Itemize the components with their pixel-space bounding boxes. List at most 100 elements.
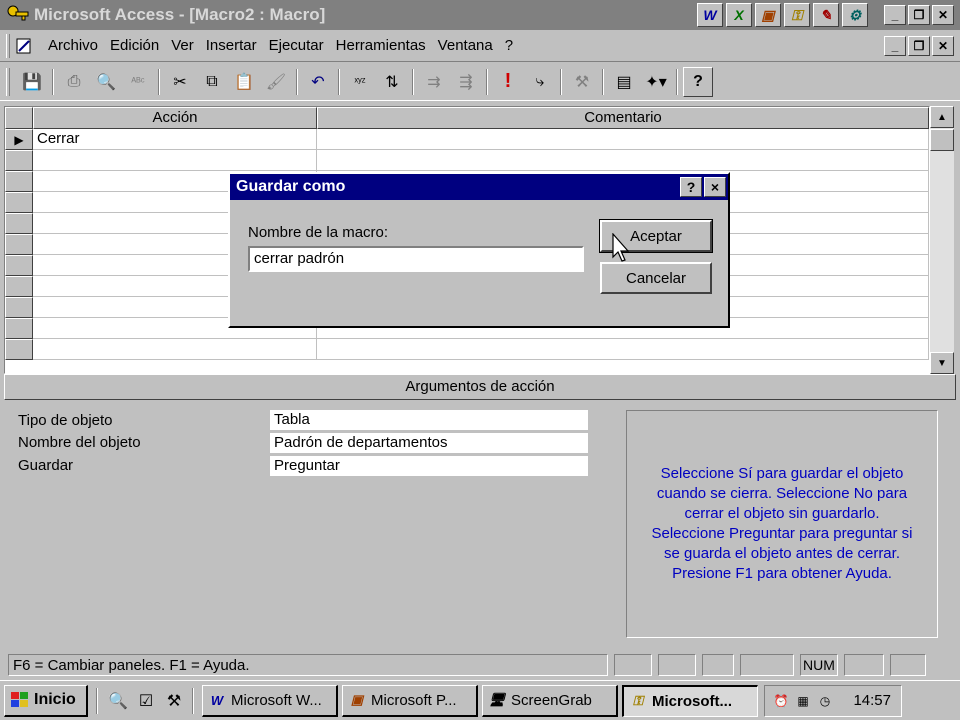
cell-action[interactable] — [33, 150, 317, 171]
paste-icon[interactable]: 📋 — [229, 67, 259, 97]
menu-ejecutar[interactable]: Ejecutar — [263, 37, 330, 54]
copy-icon[interactable]: ⧉ — [197, 67, 227, 97]
powerpoint-icon[interactable]: ▣ — [755, 3, 781, 27]
row-selector[interactable] — [5, 234, 33, 255]
row-selector[interactable] — [5, 171, 33, 192]
database-window-icon[interactable]: ▤ — [609, 67, 639, 97]
cell-action[interactable]: Cerrar — [33, 129, 317, 150]
word-icon[interactable]: W — [697, 3, 723, 27]
spelling-icon[interactable]: ᴬᴮᶜ — [123, 67, 153, 97]
undo-icon[interactable]: ↶ — [303, 67, 333, 97]
save-icon[interactable]: 💾 — [17, 67, 47, 97]
arg-value-object-type[interactable]: Tabla — [270, 410, 588, 430]
row-selector[interactable] — [5, 192, 33, 213]
clock[interactable]: 14:57 — [853, 692, 891, 709]
arg-value-object-name[interactable]: Padrón de departamentos — [270, 433, 588, 453]
new-object-icon[interactable]: ✦▾ — [641, 67, 671, 97]
row-selector-current-icon[interactable]: ▶ — [5, 129, 33, 150]
insert-rows-icon[interactable]: ⇉ — [419, 67, 449, 97]
office-shortcut-bar: W X ▣ ⚿ ✎ ⚙ — [697, 3, 868, 27]
cell-comment[interactable] — [317, 339, 929, 360]
row-selector[interactable] — [5, 255, 33, 276]
task-scheduler-tray-icon[interactable]: ▦ — [793, 691, 813, 711]
explorer-quicklaunch-icon[interactable]: 🔍 — [106, 689, 130, 713]
tools-quicklaunch-icon[interactable]: ⚒ — [162, 689, 186, 713]
powerpoint-icon: ▣ — [350, 692, 364, 707]
clock-tray-icon[interactable]: ◷ — [815, 691, 835, 711]
app-close-button[interactable]: ✕ — [932, 5, 954, 25]
macro-names-icon[interactable]: ˣʸᶻ — [345, 67, 375, 97]
doc-restore-button[interactable]: ❐ — [908, 35, 930, 56]
menu-ayuda[interactable]: ? — [499, 37, 519, 54]
single-step-icon[interactable]: ⤷ — [525, 67, 555, 97]
toolbar-grip[interactable] — [6, 67, 10, 96]
print-icon[interactable]: ⎙ — [59, 67, 89, 97]
access-icon[interactable]: ⚿ — [784, 3, 810, 27]
status-text: F6 = Cambiar paneles. F1 = Ayuda. — [8, 654, 608, 676]
cancel-button[interactable]: Cancelar — [600, 262, 712, 294]
desktop-quicklaunch-icon[interactable]: ☑ — [134, 689, 158, 713]
row-selector[interactable] — [5, 276, 33, 297]
cell-comment[interactable] — [317, 129, 929, 150]
taskbar: Inicio 🔍 ☑ ⚒ W Microsoft W... ▣ Microsof… — [0, 680, 960, 720]
dialog-title-bar[interactable]: Guardar como ? × — [230, 174, 728, 200]
menu-ver[interactable]: Ver — [165, 37, 200, 54]
app-minimize-button[interactable]: _ — [884, 5, 906, 25]
task-button-powerpoint[interactable]: ▣ Microsoft P... — [342, 684, 478, 717]
menu-grip[interactable] — [6, 33, 10, 58]
status-cell — [890, 654, 926, 676]
word-icon: W — [210, 692, 224, 708]
menu-ventana[interactable]: Ventana — [432, 37, 499, 54]
task-button-screengrab[interactable]: 🖥 ScreenGrab — [482, 684, 618, 717]
scheduler-tray-icon[interactable]: ⏰ — [771, 691, 791, 711]
row-selector[interactable] — [5, 339, 33, 360]
doc-close-button[interactable]: ✕ — [932, 35, 954, 56]
grid-vertical-scrollbar[interactable]: ▲ ▼ — [930, 106, 954, 374]
table-row[interactable]: ▶ Cerrar — [5, 129, 929, 150]
binder-icon[interactable]: ⚙ — [842, 3, 868, 27]
num-lock-indicator: NUM — [800, 654, 838, 676]
dialog-help-button[interactable]: ? — [680, 177, 702, 197]
app-title-bar[interactable]: Microsoft Access - [Macro2 : Macro] W X … — [0, 0, 960, 30]
table-row[interactable] — [5, 339, 929, 360]
task-button-word[interactable]: W Microsoft W... — [202, 684, 338, 717]
col-header-comment[interactable]: Comentario — [317, 107, 929, 129]
conditions-icon[interactable]: ⇅ — [377, 67, 407, 97]
doc-minimize-button[interactable]: _ — [884, 35, 906, 56]
menu-herramientas[interactable]: Herramientas — [330, 37, 432, 54]
row-selector[interactable] — [5, 213, 33, 234]
excel-icon[interactable]: X — [726, 3, 752, 27]
scroll-down-icon[interactable]: ▼ — [930, 352, 954, 374]
status-cell — [844, 654, 884, 676]
build-icon[interactable]: ⚒ — [567, 67, 597, 97]
app-restore-button[interactable]: ❐ — [908, 5, 930, 25]
menu-edicion[interactable]: Edición — [104, 37, 165, 54]
save-as-dialog: Guardar como ? × Nombre de la macro: cer… — [228, 172, 730, 328]
row-selector[interactable] — [5, 150, 33, 171]
cell-comment[interactable] — [317, 150, 929, 171]
task-button-access[interactable]: ⚿ Microsoft... — [622, 684, 758, 717]
format-painter-icon[interactable]: 🖌 — [261, 67, 291, 97]
macro-name-input[interactable]: cerrar padrón — [248, 246, 584, 272]
macro-doc-icon[interactable] — [14, 36, 34, 56]
dialog-close-button[interactable]: × — [704, 177, 726, 197]
row-selector[interactable] — [5, 318, 33, 339]
cut-icon[interactable]: ✂ — [165, 67, 195, 97]
schedule-icon[interactable]: ✎ — [813, 3, 839, 27]
row-selector[interactable] — [5, 297, 33, 318]
cell-action[interactable] — [33, 339, 317, 360]
table-row[interactable] — [5, 150, 929, 171]
menu-insertar[interactable]: Insertar — [200, 37, 263, 54]
start-button[interactable]: Inicio — [4, 684, 88, 717]
task-label: Microsoft... — [652, 692, 733, 710]
help-icon[interactable]: ? — [683, 66, 713, 97]
delete-rows-icon[interactable]: ⇶ — [451, 67, 481, 97]
grid-corner[interactable] — [5, 107, 33, 129]
scroll-up-icon[interactable]: ▲ — [930, 106, 954, 128]
print-preview-icon[interactable]: 🔍 — [91, 67, 121, 97]
menu-archivo[interactable]: Archivo — [42, 37, 104, 54]
run-icon[interactable]: ! — [493, 67, 523, 97]
arg-value-save[interactable]: Preguntar — [270, 456, 588, 476]
col-header-action[interactable]: Acción — [33, 107, 317, 129]
scroll-thumb[interactable] — [930, 129, 954, 151]
